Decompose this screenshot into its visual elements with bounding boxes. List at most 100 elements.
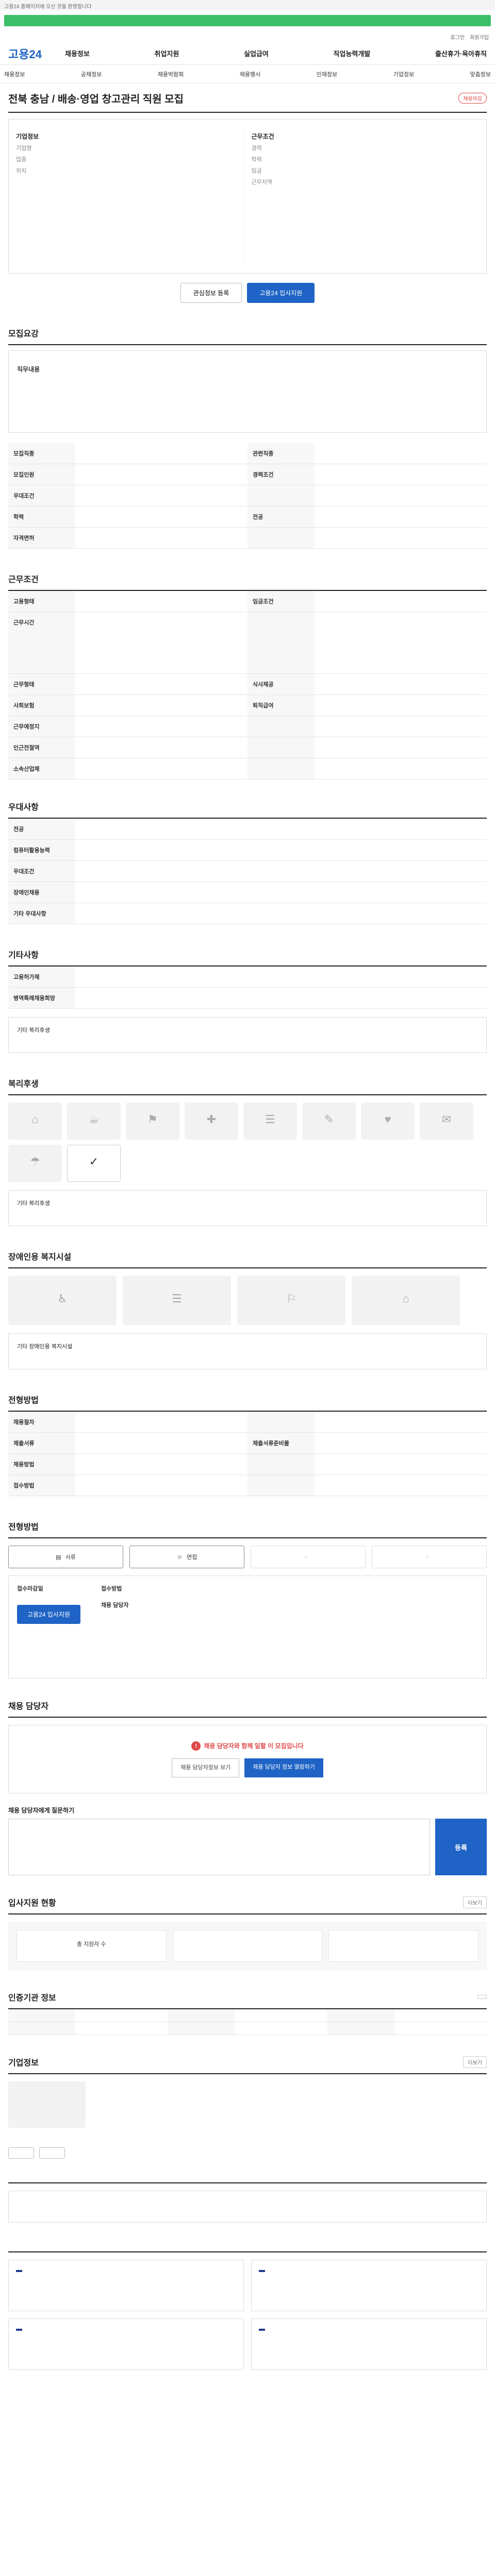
recommend-card[interactable]	[251, 2318, 487, 2370]
stats-panel: 총 지원자 수	[8, 1922, 487, 1971]
table-row	[8, 2009, 487, 2023]
subnav-item[interactable]: 채용박람회	[158, 70, 184, 78]
manager-open-button[interactable]: 채용 담당자 정보 열람하기	[244, 1758, 323, 1778]
apply-button[interactable]: 고용24 입사지원	[247, 283, 315, 303]
welfare-icon: ✉	[441, 1113, 452, 1126]
subnav-item[interactable]: 채용행사	[240, 70, 260, 78]
top-banner-bar[interactable]	[4, 15, 491, 26]
facility-icon: ⌂	[402, 1292, 409, 1305]
etc-toggle[interactable]: 기타 복리후생	[8, 1017, 487, 1053]
table-row: 채용방법	[8, 1453, 487, 1475]
company-action-button[interactable]	[8, 2147, 34, 2159]
manager-warning: ! 채용 담당자와 함께 일할 이 모집입니다	[24, 1741, 471, 1751]
job-actions: 관심정보 등록 고용24 입사지원	[8, 283, 487, 303]
facility-card: ⌂	[352, 1276, 460, 1325]
gnb-item[interactable]: 출산휴가·육아휴직	[435, 48, 487, 58]
manager-actions: 채용 담당자정보 보기 채용 담당자 정보 열람하기	[24, 1758, 471, 1778]
table-row: 모집직종 관련직종	[8, 443, 487, 464]
welfare-card: ✎	[302, 1103, 356, 1140]
gnb-item[interactable]: 취업지원	[155, 48, 179, 58]
apply-method: 접수방법 채용 담당자	[101, 1584, 129, 1670]
recommend-card[interactable]	[8, 2318, 244, 2370]
agency-header: 인증기관 정보	[8, 1982, 487, 2010]
welfare-extra-label: 기타 복리후생	[17, 1200, 50, 1207]
job-title-bar: 전북 충남 / 배송·영업 창고관리 직원 모집 채용마감	[8, 83, 487, 113]
welfare-icon: ⚑	[147, 1113, 158, 1126]
work-row: 경력	[251, 145, 262, 151]
summary-head: 직무내용	[17, 366, 40, 373]
table-row: 자격면허	[8, 527, 487, 549]
subnav-item[interactable]: 인재정보	[317, 70, 337, 78]
recommend-badge	[16, 2270, 22, 2273]
welfare-icons: ⌂ ☕ ⚑ ✚ ☰ ✎ ♥ ✉ ☂ ✓	[8, 1103, 487, 1182]
agency-title: 인증기관 정보	[8, 1994, 56, 2003]
gnb-item[interactable]: 실업급여	[244, 48, 269, 58]
company-action-button[interactable]	[39, 2147, 65, 2159]
gnb-item[interactable]: 채용정보	[65, 48, 90, 58]
work-head: 근무조건	[251, 133, 274, 140]
document-icon: ▤	[56, 1554, 61, 1561]
subnav-item[interactable]: 기업정보	[393, 70, 414, 78]
recommend-grid	[8, 2260, 487, 2370]
apply-now-button[interactable]: 고용24 입사지원	[17, 1605, 80, 1624]
work-row: 학력	[251, 157, 262, 163]
welfare-icon: ♥	[384, 1113, 391, 1126]
table-row: 고용허가제	[8, 967, 487, 988]
subnav-item[interactable]: 채용정보	[4, 70, 25, 78]
process-steps: ▤ 서류 ☺ 면접 ○ ○	[8, 1546, 487, 1568]
login-link[interactable]: 로그인	[451, 33, 465, 41]
subnav-item[interactable]: 공채정보	[81, 70, 102, 78]
process-step: ○	[372, 1546, 487, 1568]
table-row	[8, 2022, 487, 2036]
work-row: 임금	[251, 168, 262, 174]
method-label: 접수방법	[101, 1586, 122, 1592]
welfare-card: ♥	[361, 1103, 415, 1140]
interview-icon: ☺	[176, 1554, 183, 1560]
job-info-box: 기업정보 기업명 업종 위치 근무조건 경력 학력 임금 근무지역	[8, 119, 487, 274]
welfare-card: ✚	[185, 1103, 238, 1140]
summary-title: 모집요강	[8, 318, 487, 345]
manager-info-button[interactable]: 채용 담당자정보 보기	[172, 1758, 240, 1778]
question-section: 채용 담당자에게 질문하기 등록	[8, 1806, 487, 1876]
other-jobs-empty	[8, 2191, 487, 2223]
recommend-card[interactable]	[251, 2260, 487, 2312]
disabled-extra: 기타 장애인용 복지시설	[8, 1333, 487, 1369]
table-row: 근무시간	[8, 612, 487, 674]
save-interest-button[interactable]: 관심정보 등록	[180, 283, 242, 303]
top-banner	[0, 10, 495, 31]
alert-icon: !	[191, 1741, 201, 1751]
stats-more-button[interactable]: 더보기	[463, 1896, 487, 1908]
company-row: 업종	[16, 157, 27, 163]
recommend-badge	[16, 2329, 22, 2331]
job-title: 전북 충남 / 배송·영업 창고관리 직원 모집	[8, 94, 184, 105]
welfare-card: ⌂	[8, 1103, 62, 1140]
agency-more-button[interactable]	[477, 1995, 487, 1999]
welfare-icon: ✓	[89, 1155, 99, 1168]
company-logo	[8, 2081, 86, 2128]
company-column: 기업정보 기업명 업종 위치	[16, 127, 244, 266]
gnb-item[interactable]: 직업능력개발	[334, 48, 371, 58]
question-submit-button[interactable]: 등록	[435, 1819, 487, 1876]
signup-link[interactable]: 회원가입	[470, 33, 489, 41]
facility-card: ♿	[8, 1276, 117, 1325]
period-label: 접수마감일	[17, 1586, 43, 1592]
table-row: 제출서류 제출서류준비물	[8, 1432, 487, 1454]
table-row: 소속산업체	[8, 758, 487, 779]
welfare-icon: ⌂	[31, 1113, 39, 1126]
apply-period: 접수마감일 고용24 입사지원	[17, 1584, 80, 1670]
question-input[interactable]	[8, 1819, 430, 1876]
facility-icon: ♿	[57, 1292, 68, 1305]
recommend-badge	[259, 2270, 265, 2273]
site-logo[interactable]: 고용24	[8, 45, 65, 62]
company-more-button[interactable]: 더보기	[463, 2056, 487, 2068]
subnav-item[interactable]: 맞춤정보	[470, 70, 490, 78]
status-badge: 채용마감	[458, 93, 487, 104]
apply-box: 접수마감일 고용24 입사지원 접수방법 채용 담당자	[8, 1575, 487, 1679]
recommend-card[interactable]	[8, 2260, 244, 2312]
stat-card: 총 지원자 수	[16, 1930, 167, 1962]
recommend-badge	[259, 2329, 265, 2331]
welfare-card: ☕	[67, 1103, 121, 1140]
company-head: 기업정보	[16, 133, 39, 140]
conditions-title: 근무조건	[8, 564, 487, 591]
table-row: 전공	[8, 819, 487, 840]
